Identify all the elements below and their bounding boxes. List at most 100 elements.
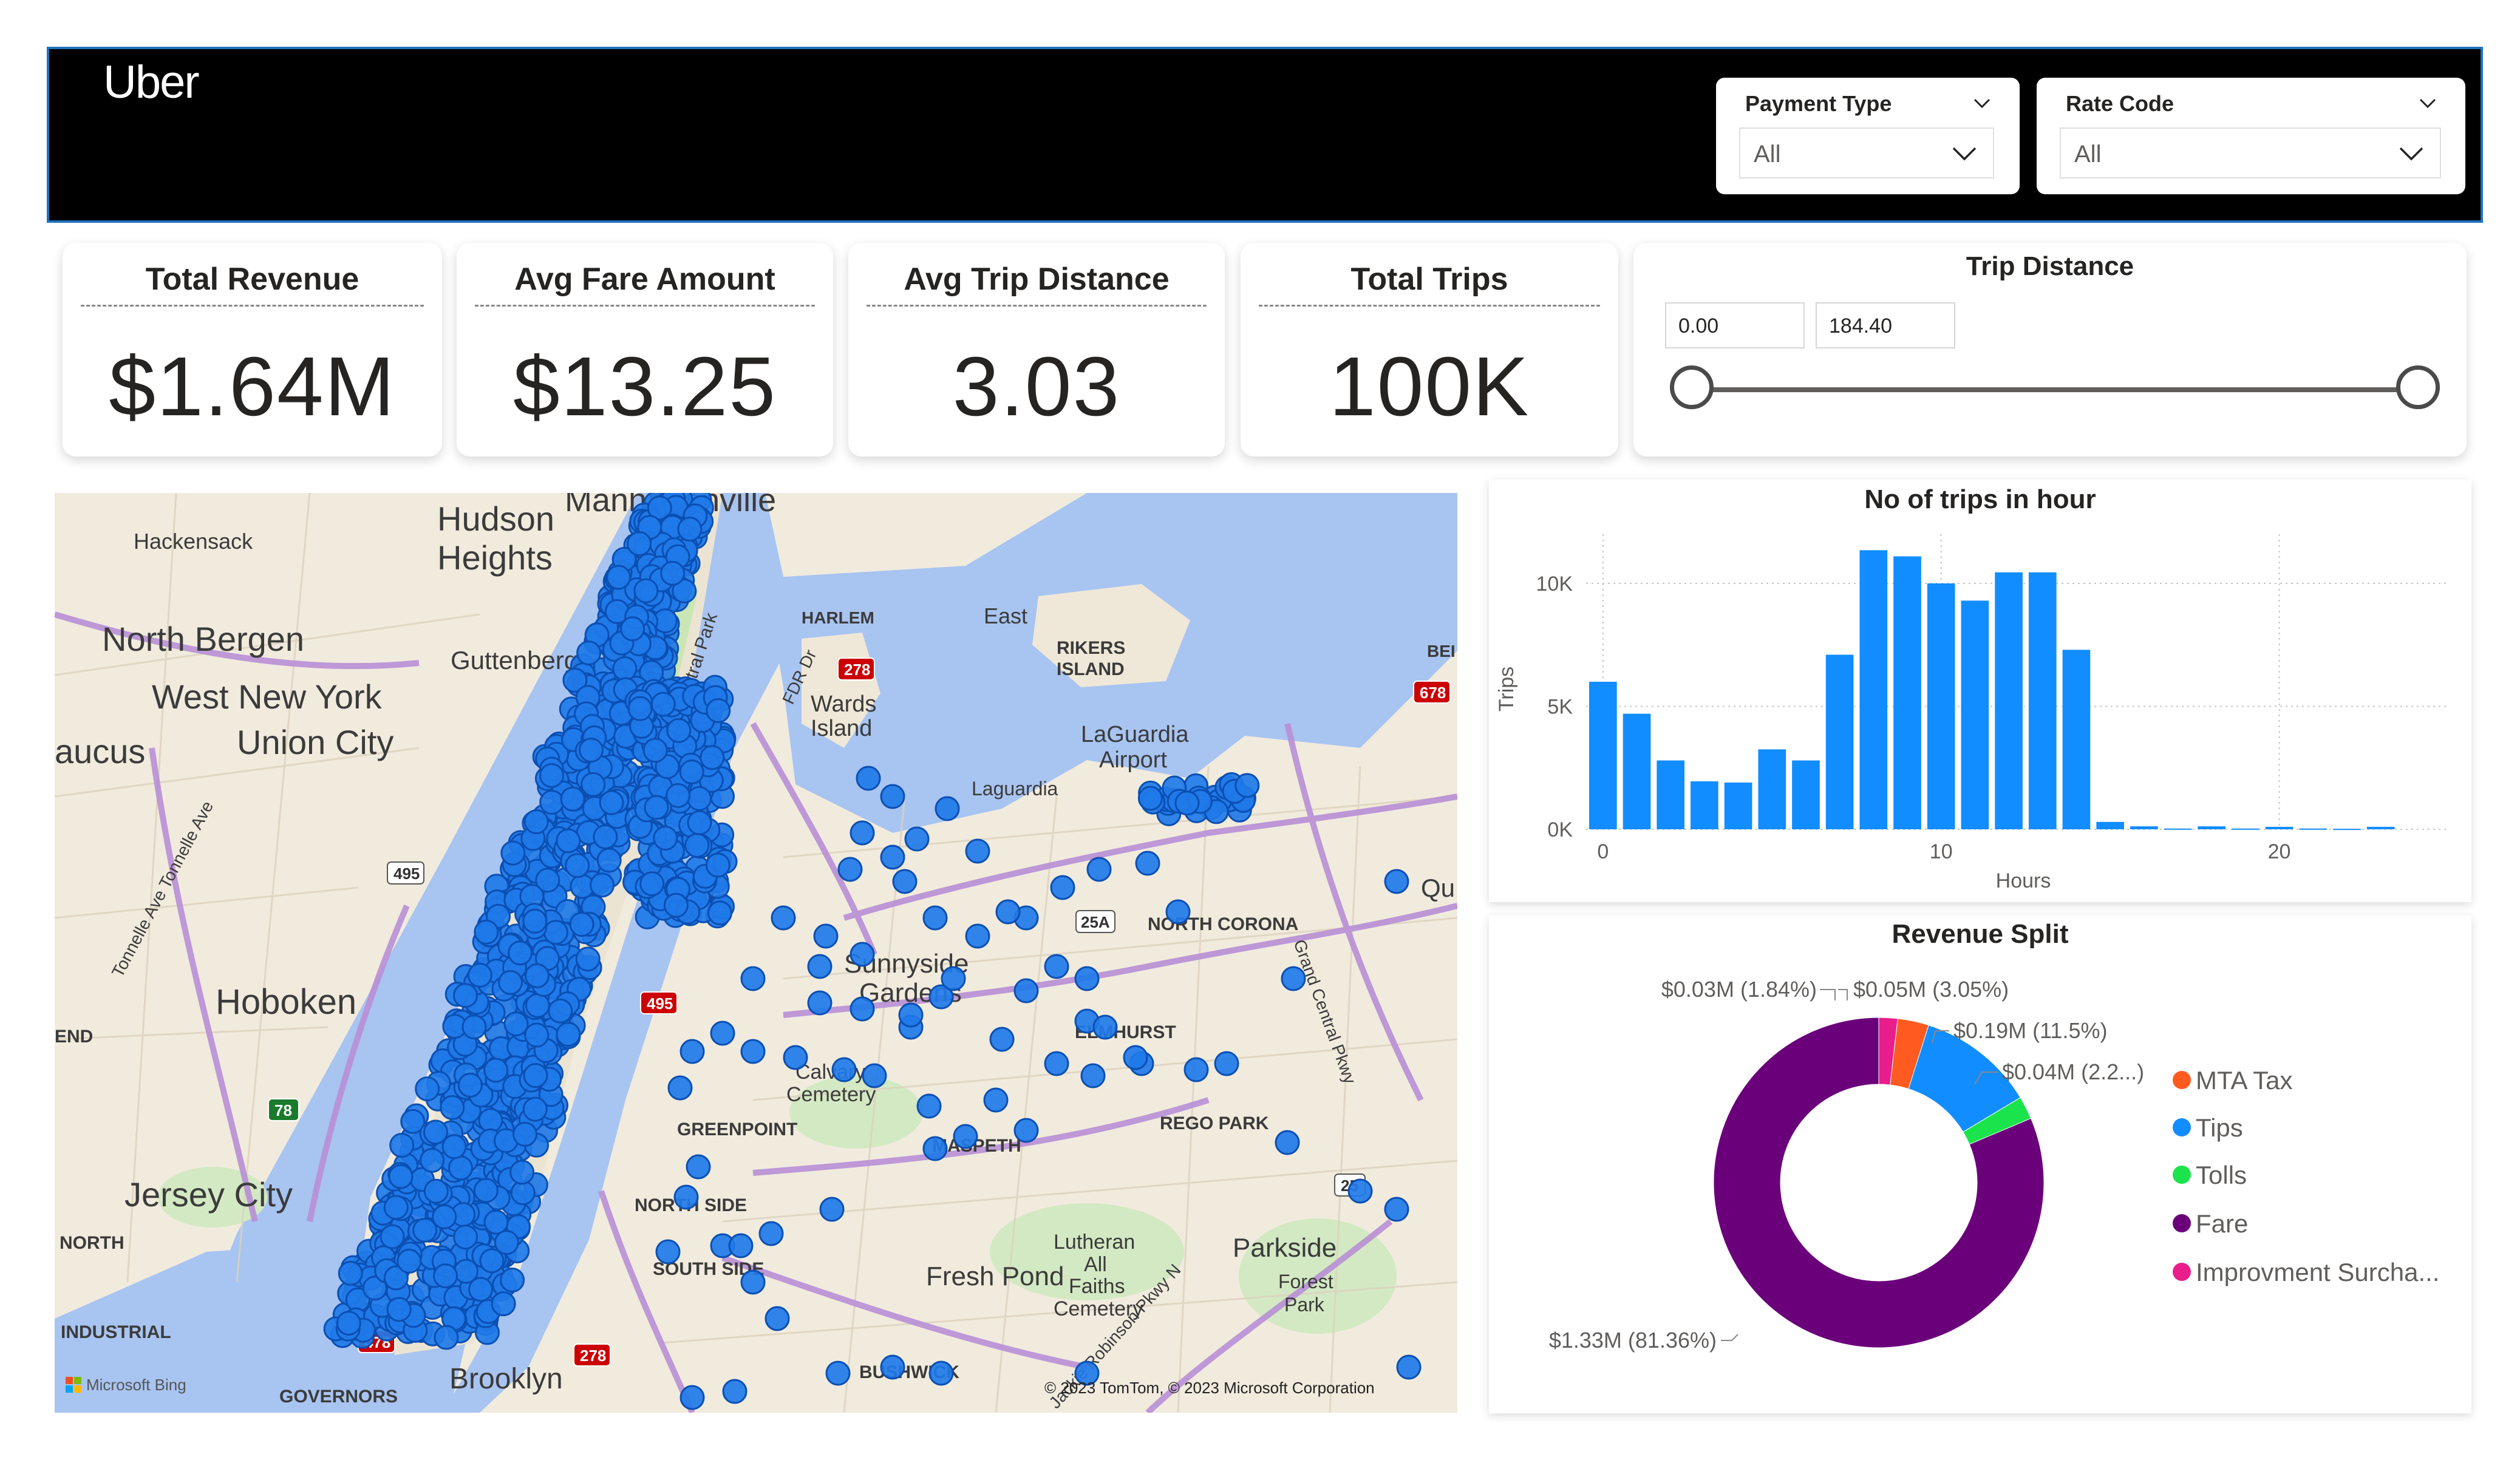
trip-point[interactable] [673, 1184, 699, 1210]
trip-point[interactable] [1137, 786, 1163, 811]
trip-distance-max-input[interactable]: 184.40 [1816, 302, 1955, 348]
trip-point[interactable] [679, 759, 704, 785]
trip-point[interactable] [850, 820, 875, 846]
trip-point[interactable] [862, 1063, 887, 1089]
trip-point[interactable] [1165, 899, 1191, 925]
trip-point[interactable] [1044, 954, 1069, 979]
trip-point[interactable] [539, 763, 565, 789]
trip-point[interactable] [457, 1073, 483, 1098]
trip-point[interactable] [1275, 1130, 1300, 1155]
trip-point[interactable] [722, 1379, 747, 1404]
trip-point[interactable] [740, 966, 766, 991]
trip-point[interactable] [813, 923, 839, 949]
trip-point[interactable] [627, 696, 653, 721]
trip-point[interactable] [677, 517, 703, 542]
trip-point[interactable] [686, 1154, 711, 1180]
trip-point[interactable] [965, 838, 990, 864]
trip-point[interactable] [1135, 851, 1160, 876]
trip-point[interactable] [525, 993, 550, 1018]
trip-point[interactable] [575, 946, 601, 972]
trip-point[interactable] [556, 828, 581, 854]
trip-point[interactable] [565, 853, 590, 878]
trip-point[interactable] [1174, 790, 1200, 816]
trip-point[interactable] [593, 824, 618, 850]
map-canvas[interactable]: Manhattanville Hudson Heights Hackensack… [55, 493, 1457, 1413]
rate-code-dropdown[interactable]: All [2060, 127, 2441, 178]
trip-point[interactable] [397, 1248, 422, 1274]
trip-point[interactable] [922, 1136, 948, 1161]
trip-point[interactable] [523, 1063, 548, 1089]
trip-point[interactable] [543, 920, 568, 945]
trip-point[interactable] [576, 640, 602, 666]
trip-point[interactable] [1183, 1057, 1209, 1082]
bar-hour-9[interactable] [1893, 556, 1921, 829]
trip-point[interactable] [765, 1306, 790, 1331]
bar-hour-3[interactable] [1691, 781, 1718, 829]
trip-point[interactable] [1281, 966, 1306, 991]
trip-point[interactable] [941, 966, 966, 991]
trip-point[interactable] [684, 833, 710, 858]
bar-hour-22[interactable] [2333, 829, 2361, 830]
trip-point[interactable] [1396, 1354, 1422, 1380]
trip-point[interactable] [728, 1233, 754, 1258]
trip-point[interactable] [386, 1297, 412, 1322]
trip-point[interactable] [880, 844, 905, 870]
trip-point[interactable] [525, 963, 550, 988]
trip-point[interactable] [420, 1147, 445, 1173]
rate-code-slicer[interactable]: Rate Code All [2037, 78, 2465, 194]
trip-point[interactable] [522, 908, 548, 934]
trip-point[interactable] [461, 1014, 487, 1040]
trip-point[interactable] [758, 1221, 784, 1246]
trip-point[interactable] [825, 1360, 851, 1386]
trip-point[interactable] [1074, 966, 1100, 991]
trip-point[interactable] [904, 826, 930, 852]
trip-point[interactable] [412, 1217, 438, 1243]
trip-point[interactable] [432, 1204, 457, 1229]
trip-point[interactable] [423, 1178, 449, 1204]
bar-hour-0[interactable] [1589, 682, 1617, 829]
trip-point[interactable] [916, 1093, 942, 1119]
trip-point[interactable] [983, 1087, 1009, 1113]
trip-point[interactable] [503, 1011, 529, 1037]
trip-point[interactable] [581, 772, 606, 797]
trip-point[interactable] [569, 912, 594, 937]
trip-point[interactable] [612, 656, 638, 681]
trip-point[interactable] [500, 840, 526, 866]
bar-hour-2[interactable] [1657, 760, 1685, 829]
bar-hour-16[interactable] [2130, 826, 2158, 829]
trip-point[interactable] [705, 852, 730, 878]
trip-point[interactable] [740, 1039, 766, 1064]
trip-point[interactable] [898, 1002, 924, 1028]
trip-point[interactable] [509, 1160, 535, 1185]
trip-point[interactable] [837, 857, 863, 882]
trip-point[interactable] [1050, 875, 1075, 900]
trip-point[interactable] [1347, 1178, 1373, 1204]
trip-point[interactable] [1013, 978, 1039, 1004]
trip-point[interactable] [498, 970, 523, 995]
trip-point[interactable] [653, 825, 678, 851]
bar-hour-14[interactable] [2062, 650, 2091, 829]
bar-hour-20[interactable] [2265, 826, 2294, 829]
bar-hour-8[interactable] [1859, 550, 1888, 829]
trip-point[interactable] [706, 698, 731, 724]
trip-point[interactable] [1214, 1051, 1239, 1076]
bar-hour-13[interactable] [2028, 572, 2057, 829]
trip-point[interactable] [453, 983, 478, 1008]
trip-point[interactable] [389, 1132, 415, 1158]
trip-point[interactable] [1384, 869, 1409, 894]
trip-point[interactable] [440, 1095, 465, 1120]
trip-point[interactable] [831, 1057, 857, 1082]
trip-map[interactable]: Manhattanville Hudson Heights Hackensack… [55, 493, 1457, 1413]
trip-point[interactable] [338, 1260, 363, 1286]
bar-hour-1[interactable] [1623, 713, 1651, 829]
bar-hour-21[interactable] [2299, 828, 2328, 830]
trip-point[interactable] [548, 998, 573, 1024]
trip-point[interactable] [383, 1195, 409, 1220]
trip-point[interactable] [679, 1385, 705, 1410]
trip-point[interactable] [850, 996, 875, 1022]
trip-point[interactable] [1092, 1014, 1118, 1040]
trip-point[interactable] [642, 738, 668, 763]
trip-point[interactable] [710, 1021, 735, 1046]
trip-point[interactable] [660, 560, 686, 586]
trip-point[interactable] [989, 1027, 1015, 1052]
